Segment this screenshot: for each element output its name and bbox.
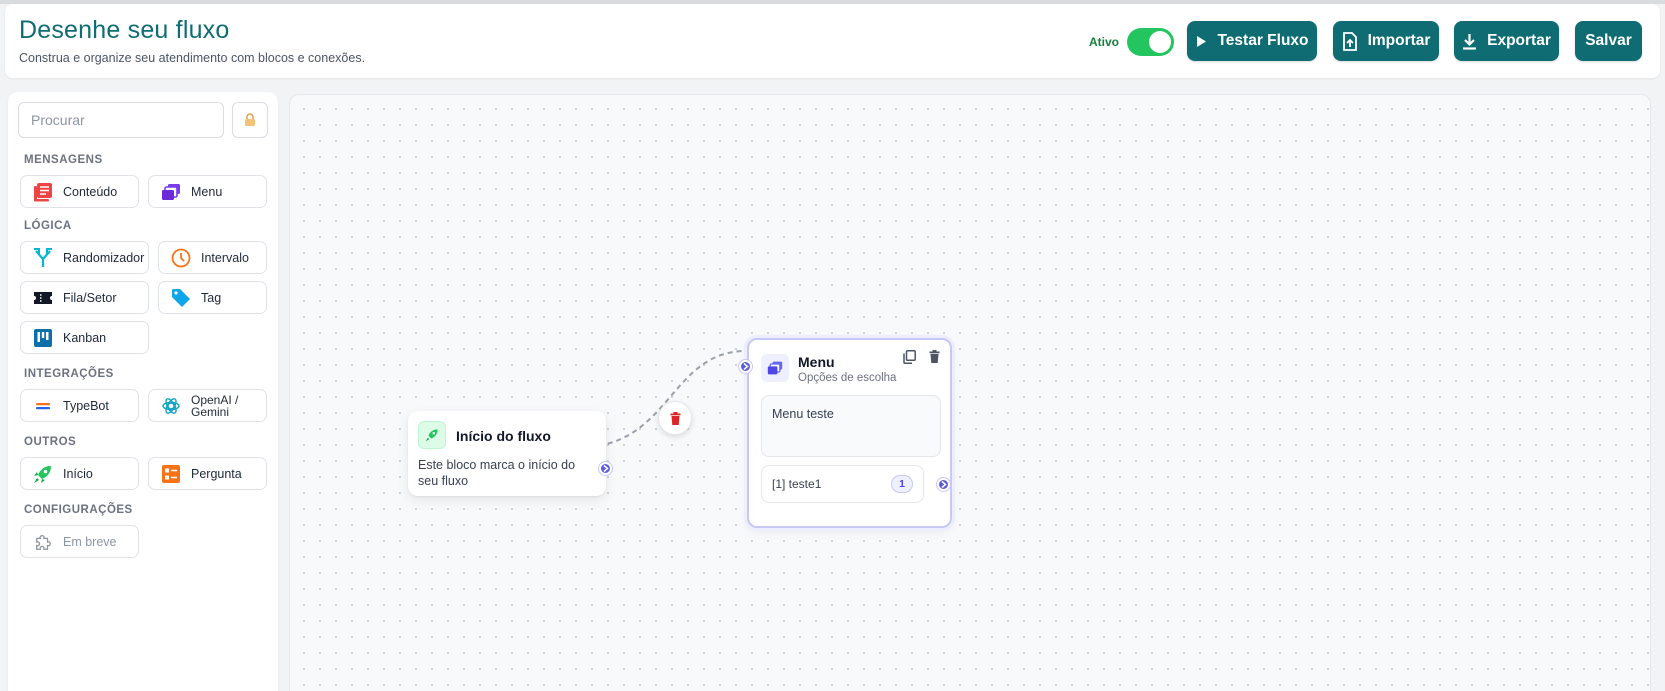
tool-openai-gemini[interactable]: OpenAI / Gemini [148,389,267,422]
tool-kanban[interactable]: Kanban [20,321,149,354]
page-header: Desenhe seu fluxo Construa e organize se… [5,4,1660,78]
delete-edge-button[interactable] [658,401,692,435]
tool-queue-label: Fila/Setor [63,290,117,305]
openai-label-line2: Gemini [191,404,230,419]
start-node-description: Este bloco marca o início do seu fluxo [418,458,576,488]
rocket-icon [33,464,53,484]
lock-icon [245,113,255,126]
start-node[interactable]: Início do fluxo Este bloco marca o iníci… [408,411,612,496]
toggle-knob [1149,31,1171,53]
export-button[interactable]: Exportar [1454,21,1559,61]
menu-option-output-handle[interactable] [937,478,950,491]
trash-icon [670,411,680,425]
content-icon [33,182,53,202]
blocks-sidebar: MENSAGENS Conteúdo Menu LÓGICA Randomiza… [8,92,278,691]
active-toggle[interactable] [1127,28,1174,56]
menu-node-subtitle: Opções de escolha [798,372,897,384]
menu-option-badge: 1 [891,475,913,493]
active-toggle-group: Ativo [1089,28,1174,56]
tool-question-label: Pergunta [191,466,242,481]
search-input[interactable] [18,102,224,138]
edge-start-to-menu[interactable] [290,95,1651,691]
tool-coming-soon-label: Em breve [63,534,117,549]
tool-kanban-label: Kanban [63,330,107,345]
test-flow-label: Testar Fluxo [1217,32,1309,49]
file-upload-icon [1342,31,1357,51]
ticket-icon [33,288,53,308]
start-output-handle[interactable] [599,462,612,475]
question-form-icon [161,464,181,484]
section-title-messages: MENSAGENS [24,154,103,166]
export-label: Exportar [1487,32,1551,49]
tool-typebot[interactable]: TypeBot [20,389,139,422]
chevron-right-icon [603,465,609,472]
copy-icon[interactable] [903,350,916,369]
chevron-right-icon [941,481,947,488]
tool-menu[interactable]: Menu [148,175,267,208]
tool-typebot-label: TypeBot [63,398,109,413]
import-label: Importar [1367,32,1431,49]
typebot-icon [33,396,53,416]
menu-stack-icon [161,182,181,202]
tool-content[interactable]: Conteúdo [20,175,139,208]
tool-tag-label: Tag [201,290,222,305]
tool-start-label: Início [63,466,93,481]
section-title-logic: LÓGICA [24,220,72,232]
lock-button[interactable] [232,102,268,138]
menu-option-row[interactable]: [1] teste1 1 [761,465,924,503]
page-subtitle: Construa e organize seu atendimento com … [19,51,366,65]
test-flow-button[interactable]: Testar Fluxo [1187,21,1317,61]
tool-interval[interactable]: Intervalo [158,241,267,274]
tool-randomizer-label: Randomizador [63,250,145,265]
tool-tag[interactable]: Tag [158,281,267,314]
tool-start[interactable]: Início [20,457,139,490]
menu-node[interactable]: Menu Opções de escolha Menu teste [1] te… [739,338,952,528]
tool-content-label: Conteúdo [63,184,118,199]
section-title-settings: CONFIGURAÇÕES [24,504,133,516]
page-title: Desenhe seu fluxo [19,16,230,44]
kanban-icon [33,328,53,348]
menu-option-label: [1] teste1 [772,477,822,491]
menu-input-handle[interactable] [739,360,752,373]
chevron-right-icon [743,363,749,370]
openai-icon [161,396,181,416]
menu-node-icon [761,354,789,382]
import-button[interactable]: Importar [1333,21,1439,61]
clock-icon [171,248,191,268]
shuffle-icon [33,247,53,268]
tool-queue[interactable]: Fila/Setor [20,281,149,314]
play-icon [1197,35,1207,47]
start-node-title: Início do fluxo [456,428,551,444]
flow-canvas[interactable]: Início do fluxo Este bloco marca o iníci… [289,94,1651,691]
section-title-integrations: INTEGRAÇÕES [24,368,114,380]
section-title-others: OUTROS [24,436,77,448]
tool-randomizer[interactable]: Randomizador [20,241,149,274]
start-rocket-icon [418,421,446,449]
menu-message-box[interactable]: Menu teste [761,395,941,457]
tool-menu-label: Menu [191,184,223,199]
tool-coming-soon: Em breve [20,525,139,558]
delete-node-icon[interactable] [929,350,940,368]
tool-interval-label: Intervalo [201,250,249,265]
menu-node-title: Menu [798,354,835,370]
save-label: Salvar [1585,32,1632,49]
save-button[interactable]: Salvar [1575,21,1642,61]
puzzle-icon [33,532,53,552]
active-label: Ativo [1089,35,1119,49]
tool-question[interactable]: Pergunta [148,457,267,490]
tool-openai-label: OpenAI / Gemini [191,394,238,418]
download-icon [1463,33,1477,50]
tag-icon [171,288,191,308]
